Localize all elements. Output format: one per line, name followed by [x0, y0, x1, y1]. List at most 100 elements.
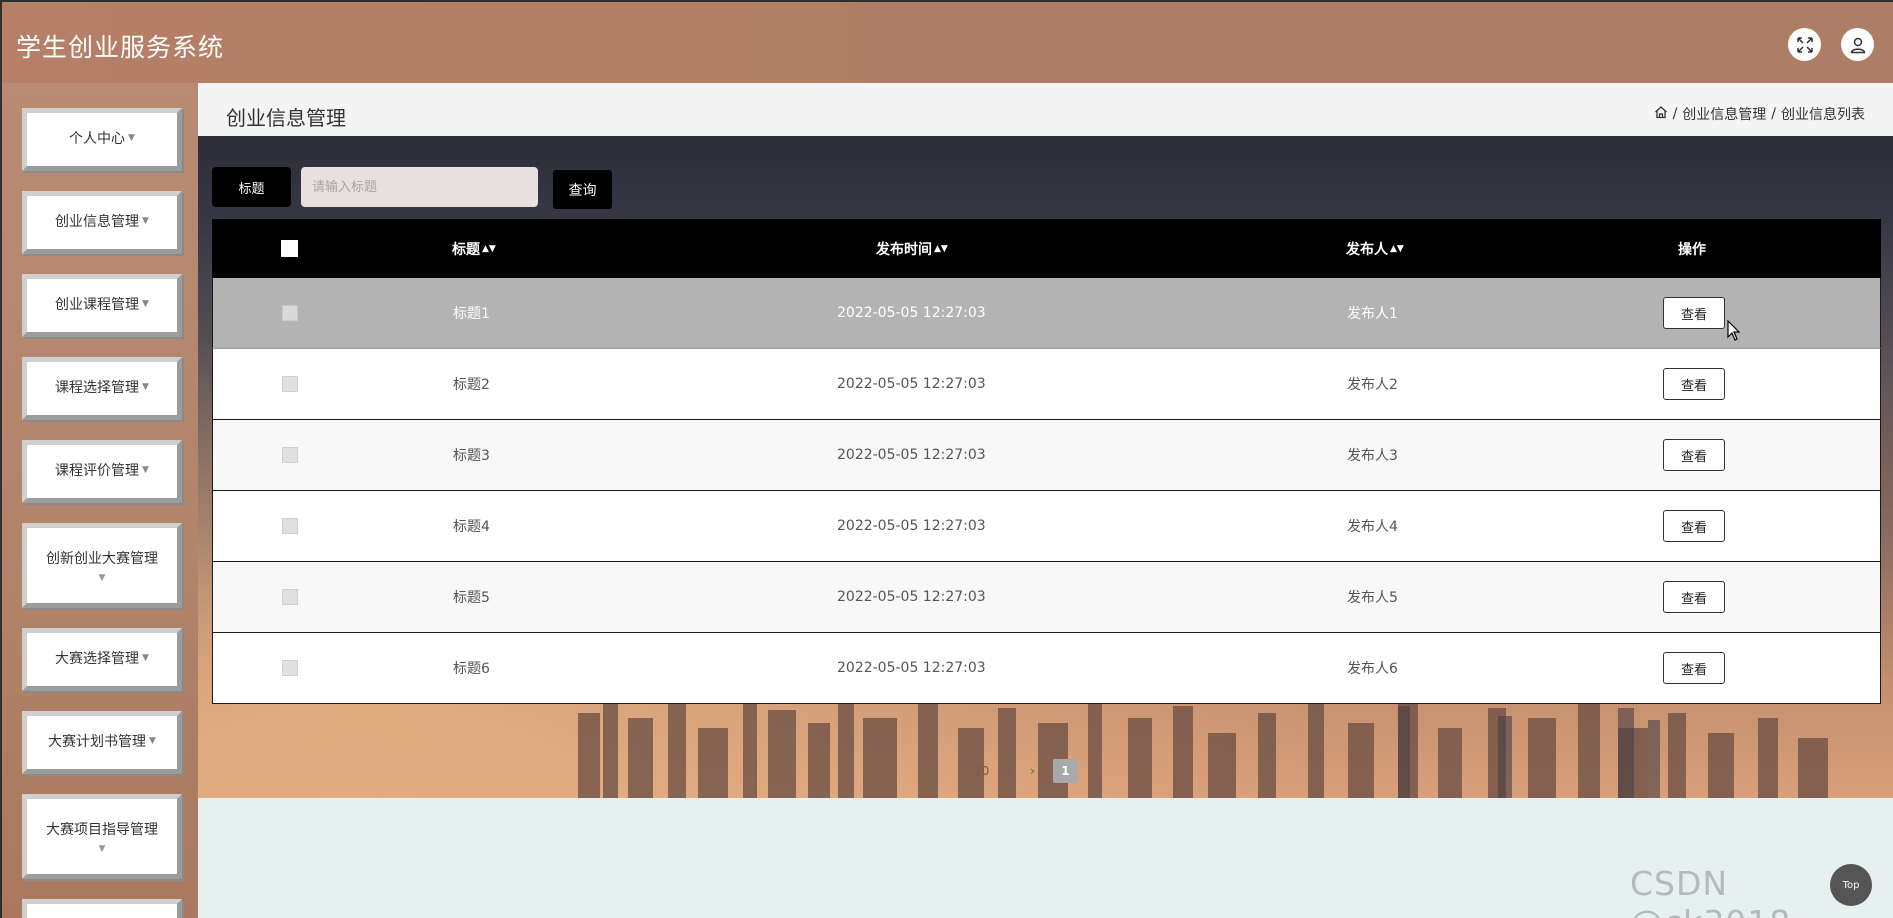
- prev-page-icon[interactable]: ‹: [1007, 764, 1012, 778]
- cell-title: 标题1: [453, 306, 490, 322]
- caret-down-icon: ▼: [98, 843, 106, 854]
- caret-down-icon: ▼: [149, 736, 156, 747]
- cell-title: 标题2: [453, 377, 490, 393]
- page-title: 创业信息管理: [226, 106, 346, 130]
- app-title: 学生创业服务系统: [16, 33, 225, 62]
- row-checkbox[interactable]: [282, 562, 298, 632]
- row-checkbox[interactable]: [282, 420, 298, 490]
- caret-down-icon: ▼: [142, 299, 149, 310]
- view-button-wrap: 查看: [1663, 562, 1725, 632]
- cell-time: 2022-05-05 12:27:03: [837, 518, 986, 534]
- cell-title: 标题3: [453, 448, 490, 464]
- column-header-time[interactable]: 发布时间 ▲▼: [876, 219, 948, 278]
- sidebar-item-label: 大赛选择管理: [55, 651, 140, 667]
- caret-down-icon: ▼: [98, 572, 106, 583]
- row-checkbox[interactable]: [282, 491, 298, 561]
- column-header-author[interactable]: 发布人 ▲▼: [1346, 219, 1404, 278]
- sidebar-item-competition-selection[interactable]: 大赛选择管理 ▼: [22, 628, 182, 691]
- row-checkbox[interactable]: [282, 633, 298, 703]
- search-button[interactable]: 查询: [553, 170, 612, 209]
- column-header-label: 操作: [1678, 241, 1706, 258]
- sidebar-item-label: 大赛计划书管理: [48, 734, 147, 750]
- breadcrumb-item[interactable]: 创业信息管理: [1682, 104, 1766, 124]
- cell-time: 2022-05-05 12:27:03: [837, 447, 986, 463]
- cell-author: 发布人4: [1347, 519, 1398, 535]
- select-all-checkbox[interactable]: [281, 219, 298, 278]
- top-bar: 学生创业服务系统: [0, 0, 1893, 83]
- row-checkbox[interactable]: [282, 278, 298, 348]
- caret-down-icon: ▼: [142, 216, 149, 227]
- view-button-wrap: 查看: [1663, 278, 1725, 348]
- table-header: 标题 ▲▼ 发布时间 ▲▼ 发布人 ▲▼ 操作: [212, 219, 1881, 278]
- table-row[interactable]: 标题5 2022-05-05 12:27:03 发布人5 查看: [212, 562, 1881, 633]
- cell-time: 2022-05-05 12:27:03: [837, 305, 986, 321]
- column-header-label: 标题: [452, 241, 480, 258]
- row-checkbox[interactable]: [282, 349, 298, 419]
- table-row[interactable]: 标题2 2022-05-05 12:27:03 发布人2 查看: [212, 349, 1881, 420]
- view-button-wrap: 查看: [1663, 491, 1725, 561]
- view-button[interactable]: 查看: [1663, 368, 1725, 400]
- cell-time: 2022-05-05 12:27:03: [837, 376, 986, 392]
- view-button-wrap: 查看: [1663, 633, 1725, 703]
- view-button-wrap: 查看: [1663, 349, 1725, 419]
- cell-title: 标题4: [453, 519, 490, 535]
- table-row[interactable]: 标题3 2022-05-05 12:27:03 发布人3 查看: [212, 420, 1881, 491]
- sort-icon[interactable]: ▲▼: [1390, 244, 1404, 254]
- sidebar-item-label: 课程选择管理: [55, 380, 140, 396]
- view-button[interactable]: 查看: [1663, 297, 1725, 329]
- sidebar-item-course-selection[interactable]: 课程选择管理 ▼: [22, 357, 182, 420]
- sidebar-item-label: 创业课程管理: [55, 297, 140, 313]
- user-icon[interactable]: [1841, 28, 1874, 61]
- sidebar-item-startup-course[interactable]: 创业课程管理 ▼: [22, 274, 182, 337]
- cell-title: 标题5: [453, 590, 490, 606]
- sidebar-item-more[interactable]: [22, 899, 182, 918]
- breadcrumb-separator: /: [1771, 106, 1776, 122]
- column-header-action: 操作: [1678, 219, 1706, 278]
- next-page-icon[interactable]: ›: [1030, 764, 1035, 778]
- sort-icon[interactable]: ▲▼: [482, 244, 496, 254]
- breadcrumb-item: 创业信息列表: [1781, 107, 1865, 123]
- sidebar-item-project-guidance[interactable]: 大赛项目指导管理 ▼: [22, 794, 182, 879]
- sort-icon[interactable]: ▲▼: [934, 244, 948, 254]
- view-button[interactable]: 查看: [1663, 510, 1725, 542]
- sidebar-item-course-review[interactable]: 课程评价管理 ▼: [22, 440, 182, 503]
- view-button[interactable]: 查看: [1663, 581, 1725, 613]
- cell-title: 标题6: [453, 661, 490, 677]
- fullscreen-icon[interactable]: [1788, 28, 1821, 61]
- home-icon[interactable]: [1654, 105, 1668, 123]
- caret-down-icon: ▼: [128, 133, 135, 144]
- table-row[interactable]: 标题1 2022-05-05 12:27:03 发布人1 查看: [212, 278, 1881, 349]
- cell-author: 发布人2: [1347, 377, 1398, 393]
- table-row[interactable]: 标题4 2022-05-05 12:27:03 发布人4 查看: [212, 491, 1881, 562]
- column-header-title[interactable]: 标题 ▲▼: [452, 219, 496, 278]
- current-page[interactable]: 1: [1052, 759, 1078, 783]
- main-content: 创业信息管理 / 创业信息管理 / 创业信息列表 标题 请输入标题 查询 标题 …: [198, 83, 1893, 918]
- column-header-label: 发布人: [1346, 241, 1388, 258]
- column-header-label: 发布时间: [876, 241, 932, 258]
- breadcrumb: / 创业信息管理 / 创业信息列表: [1654, 104, 1865, 124]
- cell-author: 发布人1: [1347, 306, 1398, 322]
- sidebar-item-competition-plan[interactable]: 大赛计划书管理 ▼: [22, 711, 182, 774]
- cell-author: 发布人6: [1347, 661, 1398, 677]
- cell-author: 发布人5: [1347, 590, 1398, 606]
- page-header: 创业信息管理 / 创业信息管理 / 创业信息列表: [198, 83, 1893, 136]
- cell-time: 2022-05-05 12:27:03: [837, 660, 986, 676]
- sidebar-item-label: 创业信息管理: [55, 214, 140, 230]
- sidebar-item-label: 大赛项目指导管理: [46, 821, 158, 838]
- page-size[interactable]: 10: [974, 764, 989, 778]
- view-button[interactable]: 查看: [1663, 652, 1725, 684]
- sidebar-item-label: 创新创业大赛管理: [46, 550, 158, 567]
- table-row[interactable]: 标题6 2022-05-05 12:27:03 发布人6 查看: [212, 633, 1881, 704]
- sidebar-item-personal-center[interactable]: 个人中心 ▼: [22, 108, 182, 171]
- view-button-wrap: 查看: [1663, 420, 1725, 490]
- view-button[interactable]: 查看: [1663, 439, 1725, 471]
- sidebar: 个人中心 ▼ 创业信息管理 ▼ 创业课程管理 ▼ 课程选择管理 ▼ 课程评价管理 ▼ 创新…: [0, 83, 198, 918]
- sidebar-item-competition[interactable]: 创新创业大赛管理 ▼: [22, 523, 182, 608]
- breadcrumb-separator: /: [1672, 106, 1678, 122]
- sidebar-item-label: 个人中心: [69, 131, 126, 147]
- caret-down-icon: ▼: [142, 382, 149, 393]
- cell-time: 2022-05-05 12:27:03: [837, 589, 986, 605]
- sidebar-item-startup-info[interactable]: 创业信息管理 ▼: [22, 191, 182, 254]
- search-input[interactable]: [301, 167, 538, 207]
- back-to-top-button[interactable]: Top: [1830, 864, 1872, 906]
